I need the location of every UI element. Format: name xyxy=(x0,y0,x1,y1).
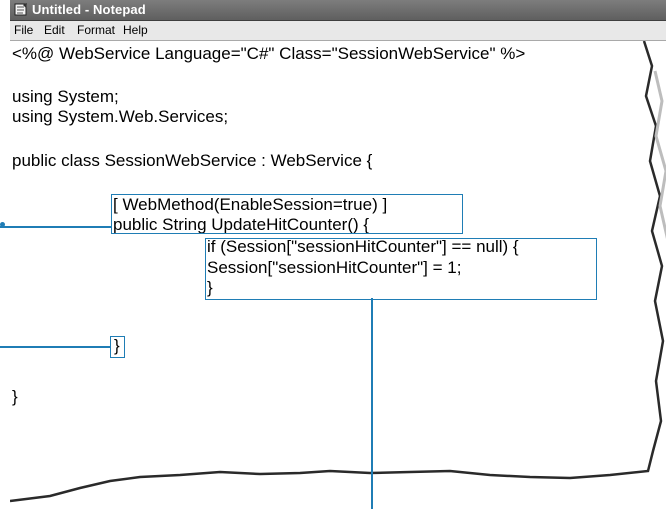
window-title: Untitled - Notepad xyxy=(32,2,146,17)
callout-line-close-method xyxy=(0,346,110,348)
menu-bar: File Edit Format Help xyxy=(10,21,666,41)
notepad-icon xyxy=(14,3,27,16)
text-editor-area[interactable]: <%@ WebService Language="C#" Class="Sess… xyxy=(10,41,666,509)
callout-line-webmethod xyxy=(0,226,111,228)
title-bar[interactable]: Untitled - Notepad xyxy=(10,0,666,21)
menu-format[interactable]: Format xyxy=(77,23,115,37)
highlight-webmethod-block xyxy=(111,194,463,234)
callout-line-if-block xyxy=(371,298,373,509)
notepad-window: Untitled - Notepad File Edit Format Help… xyxy=(10,0,666,509)
menu-file[interactable]: File xyxy=(14,23,33,37)
highlight-if-block xyxy=(205,238,597,300)
highlight-close-method xyxy=(110,336,125,358)
menu-edit[interactable]: Edit xyxy=(44,23,65,37)
menu-help[interactable]: Help xyxy=(123,23,148,37)
callout-dot xyxy=(0,222,5,227)
